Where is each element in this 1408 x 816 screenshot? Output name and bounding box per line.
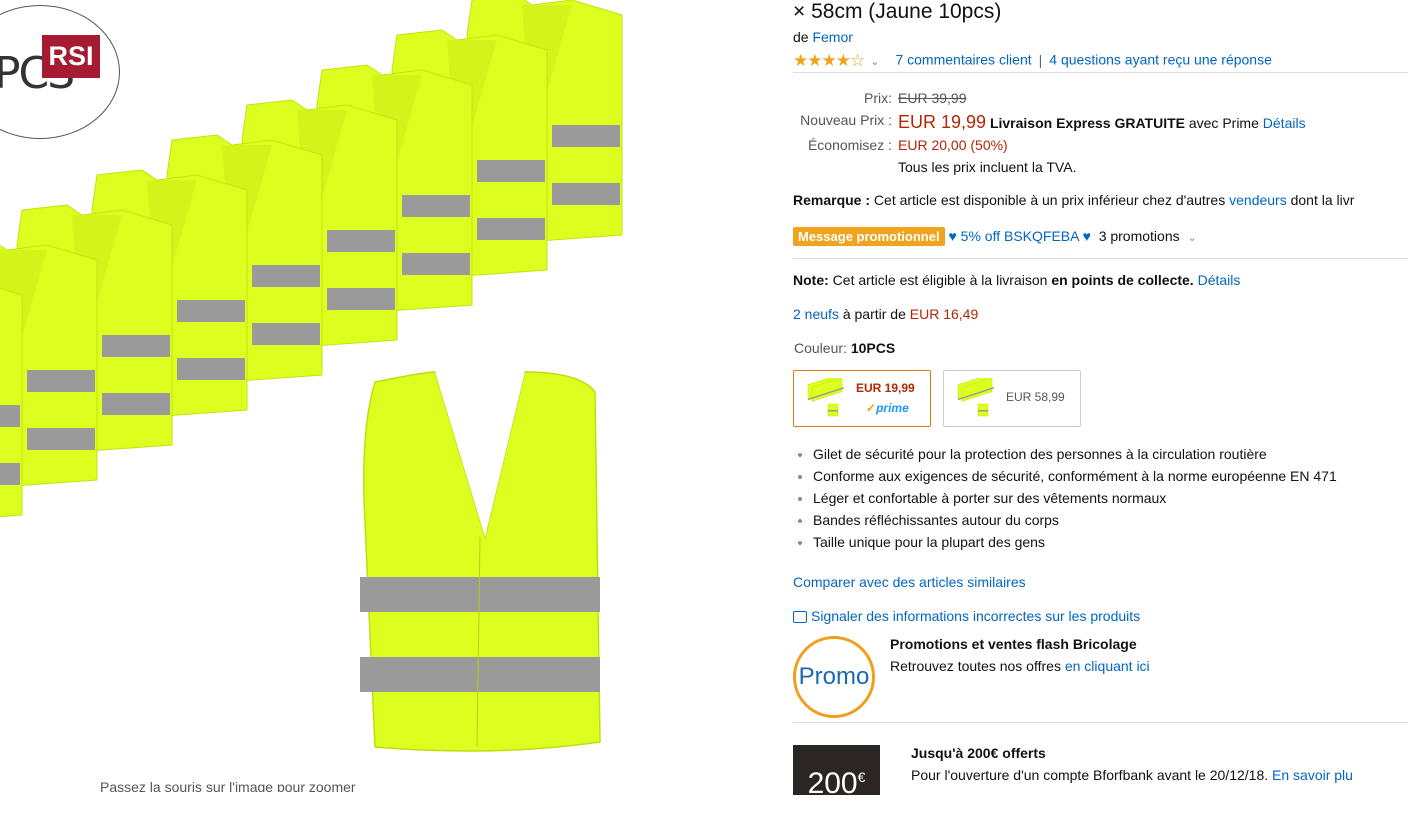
promotion-badge: Message promotionnel bbox=[793, 227, 945, 246]
new-price-label: Nouveau Prix : bbox=[800, 112, 892, 128]
offers-text: à partir de bbox=[842, 306, 906, 322]
rating-row: ★★★★☆ ⌄ 7 commentaires client | 4 questions … bbox=[793, 51, 1272, 71]
note-label: Note: bbox=[793, 272, 829, 288]
promo-title: Promotions et ventes flash Bricolage bbox=[890, 636, 1137, 652]
promotion-row: Message promotionnel ♥ 5% off BSKQFEBA ♥… bbox=[793, 227, 1197, 246]
swatch-option[interactable]: EUR 58,99 bbox=[943, 370, 1081, 427]
promo-text: Retrouvez toutes nos offres bbox=[890, 658, 1061, 674]
note-bold: en points de collecte. bbox=[1051, 272, 1194, 288]
star-icon: ★ bbox=[793, 51, 808, 70]
remark-row: Remarque : Cet article est disponible à … bbox=[793, 192, 1354, 208]
brand-link[interactable]: Femor bbox=[812, 29, 852, 45]
feature-bullet: Gilet de sécurité pour la protection des… bbox=[813, 443, 1337, 465]
feature-bullet: Léger et confortable à porter sur des vê… bbox=[813, 487, 1337, 509]
product-image-panel[interactable]: PCS RSI Passez la souris sur l'image pou… bbox=[0, 0, 760, 792]
bank-ad-title: Jusqu'à 200€ offerts bbox=[911, 745, 1046, 761]
free-delivery: Livraison Express GRATUITE bbox=[989, 115, 1185, 131]
list-price-label: Prix: bbox=[864, 90, 892, 106]
questions-link[interactable]: 4 questions ayant reçu une réponse bbox=[1049, 52, 1272, 68]
new-offers-link[interactable]: 2 neufs bbox=[793, 306, 839, 322]
new-price: EUR 19,99 bbox=[898, 112, 987, 132]
feature-bullet: Bandes réfléchissantes autour du corps bbox=[813, 509, 1337, 531]
list-price: EUR 39,99 bbox=[898, 90, 967, 106]
product-title: × 58cm (Jaune 10pcs) bbox=[793, 0, 1002, 23]
product-details: × 58cm (Jaune 10pcs) de Femor ★★★★☆ ⌄ 7 co… bbox=[793, 0, 1408, 800]
bank-link[interactable]: En savoir plu bbox=[1272, 767, 1353, 783]
swatch-thumbnail bbox=[957, 378, 994, 417]
prime-logo: ✓prime bbox=[866, 401, 909, 415]
chevron-down-icon[interactable]: ⌄ bbox=[1188, 232, 1197, 244]
note-text: Cet article est éligible à la livraison bbox=[832, 272, 1048, 288]
separator: | bbox=[1038, 51, 1043, 68]
offers-row: 2 neufs à partir de EUR 16,49 bbox=[793, 306, 978, 322]
bank-ad-text: Pour l'ouverture d'un compte Bforfbank a… bbox=[911, 767, 1353, 783]
promo-subtitle: Retrouvez toutes nos offres en cliquant … bbox=[890, 658, 1150, 674]
divider bbox=[793, 258, 1408, 259]
brand-prefix: de bbox=[793, 29, 809, 45]
zoom-hint: Passez la souris sur l'image pour zoomer bbox=[100, 779, 356, 792]
product-image[interactable] bbox=[0, 0, 760, 792]
note-row: Note: Cet article est éligible à la livr… bbox=[793, 272, 1240, 288]
delivery-details-link[interactable]: Détails bbox=[1263, 115, 1306, 131]
divider bbox=[793, 722, 1408, 723]
color-row: Couleur: 10PCS bbox=[794, 340, 895, 356]
brand-line: de Femor bbox=[793, 29, 853, 45]
star-icon: ★ bbox=[807, 51, 822, 70]
prime-text: avec Prime bbox=[1188, 115, 1259, 131]
bank-text: Pour l'ouverture d'un compte Bforfbank a… bbox=[911, 767, 1269, 783]
tax-note: Tous les prix incluent la TVA. bbox=[898, 159, 1077, 175]
feature-bullets: Gilet de sécurité pour la protection des… bbox=[793, 443, 1337, 553]
savings-value: EUR 20,00 (50%) bbox=[898, 137, 1008, 153]
divider bbox=[793, 72, 1408, 73]
swatch-thumbnail bbox=[807, 378, 844, 417]
report-link[interactable]: Signaler des informations incorrectes su… bbox=[811, 608, 1140, 624]
star-rating[interactable]: ★★★★☆ bbox=[793, 51, 865, 71]
new-price-line: EUR 19,99 Livraison Express GRATUITE ave… bbox=[898, 112, 1306, 133]
remark-tail: dont la livr bbox=[1290, 192, 1355, 208]
remark-label: Remarque : bbox=[793, 192, 871, 208]
rsi-logo: RSI bbox=[42, 35, 100, 78]
star-icon: ★ bbox=[835, 51, 851, 70]
feature-bullet: Taille unique pour la plupart des gens bbox=[813, 531, 1337, 553]
promotions-count[interactable]: 3 promotions bbox=[1099, 228, 1180, 244]
color-label: Couleur: bbox=[794, 340, 847, 356]
promo-code[interactable]: 5% off BSKQFEBA bbox=[961, 228, 1079, 244]
chevron-down-icon[interactable]: ⌄ bbox=[870, 56, 879, 68]
star-icon: ★ bbox=[821, 51, 837, 70]
savings-label: Économisez : bbox=[807, 137, 892, 153]
note-details-link[interactable]: Détails bbox=[1198, 272, 1241, 288]
color-value: 10PCS bbox=[850, 340, 896, 356]
promo-logo[interactable]: Promo bbox=[793, 636, 875, 718]
star-empty-icon: ☆ bbox=[850, 51, 865, 70]
sellers-link[interactable]: vendeurs bbox=[1229, 192, 1287, 208]
swatch-price: EUR 19,99 bbox=[856, 381, 915, 395]
reviews-link[interactable]: 7 commentaires client bbox=[895, 52, 1031, 68]
swatch-price: EUR 58,99 bbox=[1006, 390, 1065, 404]
comment-icon bbox=[793, 611, 807, 624]
bank-ad-image[interactable]: 200€ bbox=[793, 745, 880, 800]
swatch-selected[interactable]: EUR 19,99 ✓prime bbox=[793, 370, 931, 427]
remark-text: Cet article est disponible à un prix inf… bbox=[873, 192, 1226, 208]
heart-icon: ♥ bbox=[948, 228, 957, 244]
heart-icon: ♥ bbox=[1082, 228, 1091, 244]
feature-bullet: Conforme aux exigences de sécurité, conf… bbox=[813, 465, 1337, 487]
offers-price: EUR 16,49 bbox=[909, 306, 979, 322]
compare-link[interactable]: Comparer avec des articles similaires bbox=[793, 574, 1026, 590]
promo-link[interactable]: en cliquant ici bbox=[1065, 658, 1150, 674]
report-row[interactable]: Signaler des informations incorrectes su… bbox=[793, 608, 1140, 624]
